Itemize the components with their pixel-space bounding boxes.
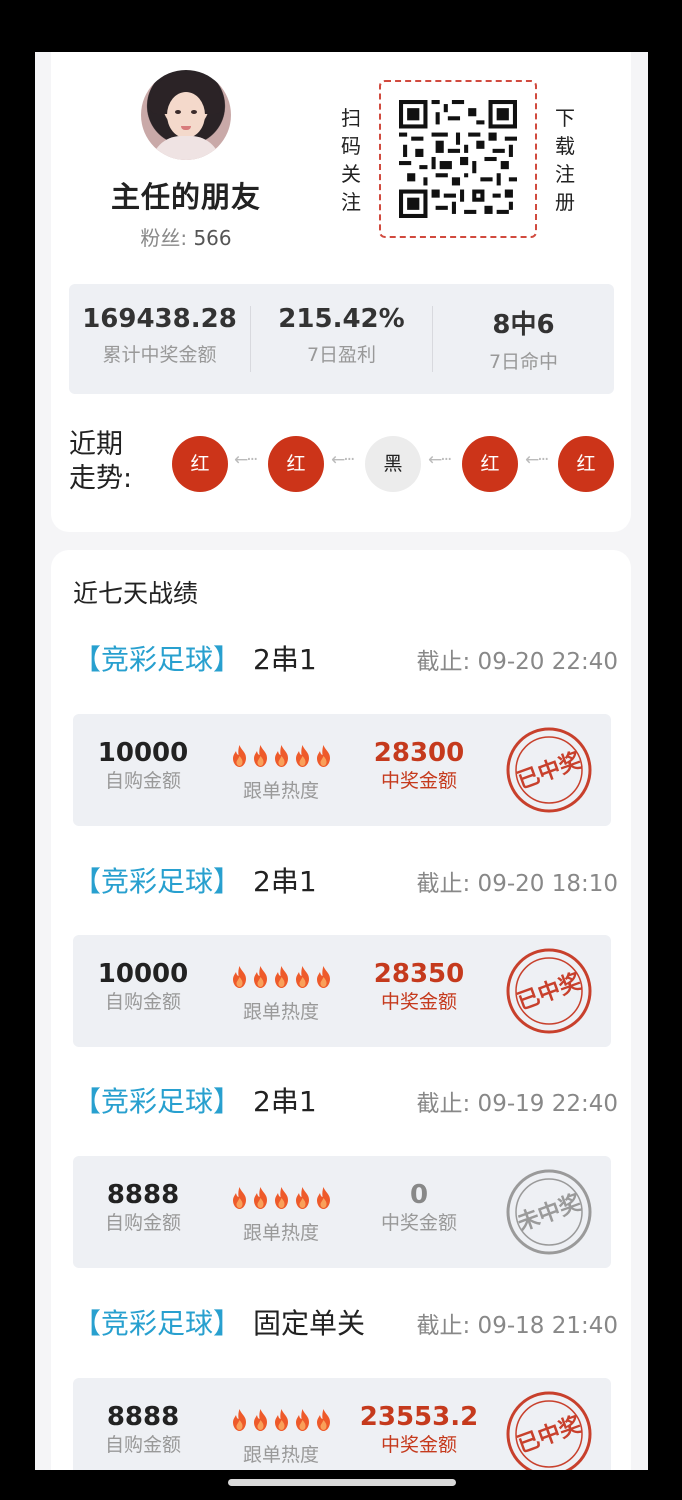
flame-icons: [219, 965, 343, 993]
play-type: 2串1: [253, 643, 317, 676]
flame-icon: [273, 1408, 290, 1432]
qr-code-icon: [399, 100, 517, 218]
trend-label: 近期 走势:: [69, 429, 133, 494]
flame-icon: [231, 1186, 248, 1210]
records-card: 近七天战绩 【竞彩足球】 2串1 截止: 09-20 22:40 10000 自购…: [51, 550, 631, 1470]
flame-icon: [315, 1186, 332, 1210]
follow-heat: 跟单热度: [219, 1408, 343, 1467]
record-header[interactable]: 【竞彩足球】 2串1 截止: 09-19 22:40: [73, 1080, 618, 1120]
record-card[interactable]: 8888 自购金额 跟单热度 0 中奖金额 未中奖: [73, 1156, 611, 1268]
stat-7day-hits: 8中6 7日命中: [488, 310, 559, 373]
record-card[interactable]: 10000 自购金额 跟单热度 28300 中奖金额 已中奖: [73, 714, 611, 826]
download-register-label: 下 载 注 册: [555, 106, 575, 214]
scan-follow-label: 扫 码 关 注: [341, 106, 361, 214]
lottery-type: 【竞彩足球】: [73, 1085, 242, 1118]
flame-icon: [294, 1408, 311, 1432]
win-amount: 23553.2 中奖金额: [359, 1402, 479, 1456]
won-stamp-icon: 已中奖: [506, 727, 592, 813]
flame-icon: [231, 1408, 248, 1432]
trend-ball: 红: [462, 436, 518, 492]
arrow-left-icon: ←···: [234, 450, 259, 470]
lottery-type: 【竞彩足球】: [73, 1307, 242, 1340]
profile-card: 主任的朋友 粉丝: 566 扫 码 关 注 下 载 注 册 169438.28 …: [51, 52, 631, 532]
win-amount: 28350 中奖金额: [373, 959, 465, 1013]
lottery-type: 【竞彩足球】: [73, 643, 242, 676]
arrow-left-icon: ←···: [525, 450, 550, 470]
flame-icon: [294, 965, 311, 989]
svg-text:已中奖: 已中奖: [514, 1411, 586, 1458]
play-type: 固定单关: [253, 1307, 366, 1340]
play-type: 2串1: [253, 865, 317, 898]
home-indicator[interactable]: [228, 1479, 456, 1486]
play-type: 2串1: [253, 1085, 317, 1118]
flame-icon: [294, 744, 311, 768]
stats-panel: 169438.28 累计中奖金额 215.42% 7日盈利 8中6 7日命中: [69, 284, 614, 394]
app-screen: 主任的朋友 粉丝: 566 扫 码 关 注 下 载 注 册 169438.28 …: [35, 52, 648, 1470]
trend-ball: 黑: [365, 436, 421, 492]
flame-icon: [273, 965, 290, 989]
flame-icons: [219, 1186, 343, 1214]
svg-text:已中奖: 已中奖: [514, 968, 586, 1015]
flame-icon: [315, 965, 332, 989]
record-header[interactable]: 【竞彩足球】 2串1 截止: 09-20 18:10: [73, 860, 618, 900]
deadline: 截止: 09-20 22:40: [416, 649, 619, 675]
win-amount: 0 中奖金额: [380, 1180, 457, 1234]
svg-text:已中奖: 已中奖: [514, 747, 586, 794]
record-header[interactable]: 【竞彩足球】 固定单关 截止: 09-18 21:40: [73, 1302, 618, 1342]
not-won-stamp-icon: 未中奖: [506, 1169, 592, 1255]
flame-icon: [252, 1186, 269, 1210]
flame-icon: [315, 744, 332, 768]
buy-amount: 10000 自购金额: [97, 738, 189, 792]
fans-label: 粉丝:: [140, 226, 188, 250]
buy-amount: 8888 自购金额: [104, 1402, 181, 1456]
buy-amount: 8888 自购金额: [104, 1180, 181, 1234]
follow-heat: 跟单热度: [219, 744, 343, 803]
flame-icon: [231, 965, 248, 989]
deadline: 截止: 09-18 21:40: [416, 1313, 619, 1339]
won-stamp-icon: 已中奖: [506, 948, 592, 1034]
win-amount: 28300 中奖金额: [373, 738, 465, 792]
fans-count: 粉丝: 566: [91, 222, 281, 251]
stat-7day-profit: 215.42% 7日盈利: [278, 304, 405, 366]
flame-icon: [315, 1408, 332, 1432]
deadline: 截止: 09-19 22:40: [416, 1091, 619, 1117]
record-header[interactable]: 【竞彩足球】 2串1 截止: 09-20 22:40: [73, 638, 618, 678]
avatar[interactable]: [141, 70, 231, 160]
flame-icons: [219, 744, 343, 772]
flame-icon: [252, 965, 269, 989]
username: 主任的朋友: [110, 180, 261, 214]
record-card[interactable]: 10000 自购金额 跟单热度 28350 中奖金额 已中奖: [73, 935, 611, 1047]
flame-icons: [219, 1408, 343, 1436]
follow-heat: 跟单热度: [219, 1186, 343, 1245]
flame-icon: [273, 744, 290, 768]
arrow-left-icon: ←···: [331, 450, 356, 470]
buy-amount: 10000 自购金额: [97, 959, 189, 1013]
flame-icon: [273, 1186, 290, 1210]
record-card[interactable]: 8888 自购金额 跟单热度 23553.2 中奖金额 已中奖: [73, 1378, 611, 1470]
follow-heat: 跟单热度: [219, 965, 343, 1024]
records-title: 近七天战绩: [73, 579, 199, 608]
flame-icon: [294, 1186, 311, 1210]
qr-code-frame[interactable]: [379, 80, 537, 238]
deadline: 截止: 09-20 18:10: [416, 871, 619, 897]
arrow-left-icon: ←···: [428, 450, 453, 470]
lottery-type: 【竞彩足球】: [73, 865, 242, 898]
won-stamp-icon: 已中奖: [506, 1391, 592, 1470]
svg-text:未中奖: 未中奖: [514, 1189, 586, 1236]
trend-ball: 红: [172, 436, 228, 492]
trend-ball: 红: [558, 436, 614, 492]
fans-number: 566: [193, 226, 232, 250]
stat-total-winnings: 169438.28 累计中奖金额: [82, 304, 237, 366]
flame-icon: [252, 1408, 269, 1432]
trend-ball: 红: [268, 436, 324, 492]
flame-icon: [231, 744, 248, 768]
flame-icon: [252, 744, 269, 768]
